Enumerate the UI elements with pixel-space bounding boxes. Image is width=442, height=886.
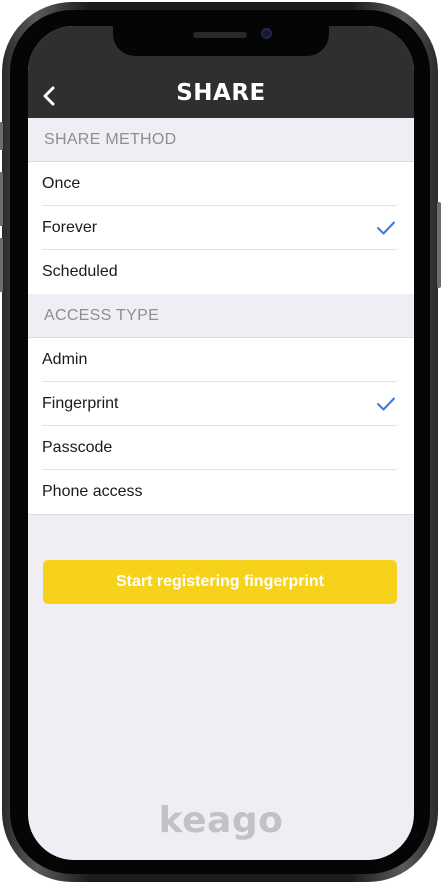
notch [113,26,329,56]
checkmark-icon [377,397,395,411]
volume-up-button [0,172,3,226]
share-method-once[interactable]: Once [28,162,414,206]
page-title: SHARE [176,80,266,106]
option-label: Phone access [42,483,143,500]
access-type-passcode[interactable]: Passcode [28,426,414,470]
keago-logo: keago [158,800,284,841]
option-label: Forever [42,219,98,236]
start-registering-fingerprint-button[interactable]: Start registering fingerprint [43,560,397,604]
access-type-header: ACCESS TYPE [28,294,414,338]
share-method-header: SHARE METHOD [28,118,414,162]
share-method-heading: SHARE METHOD [44,131,177,148]
volume-down-button [0,238,3,292]
access-type-heading: ACCESS TYPE [44,307,160,324]
silent-switch [0,122,3,150]
access-type-list: Admin Fingerprint Passcode Phone access [28,338,414,515]
access-type-phone-access[interactable]: Phone access [28,470,414,514]
access-type-admin[interactable]: Admin [28,338,414,382]
option-label: Scheduled [42,263,118,280]
share-method-list: Once Forever Scheduled [28,162,414,295]
share-method-scheduled[interactable]: Scheduled [28,250,414,294]
earpiece-speaker [193,32,247,38]
front-camera [261,28,272,39]
checkmark-icon [377,221,395,235]
option-label: Admin [42,351,88,368]
option-label: Once [42,175,81,192]
app-screen: SHARE SHARE METHOD Once Forever Schedule… [28,26,414,860]
option-label: Fingerprint [42,395,119,412]
access-type-fingerprint[interactable]: Fingerprint [28,382,414,426]
option-label: Passcode [42,439,113,456]
share-method-forever[interactable]: Forever [28,206,414,250]
power-button [437,202,441,288]
